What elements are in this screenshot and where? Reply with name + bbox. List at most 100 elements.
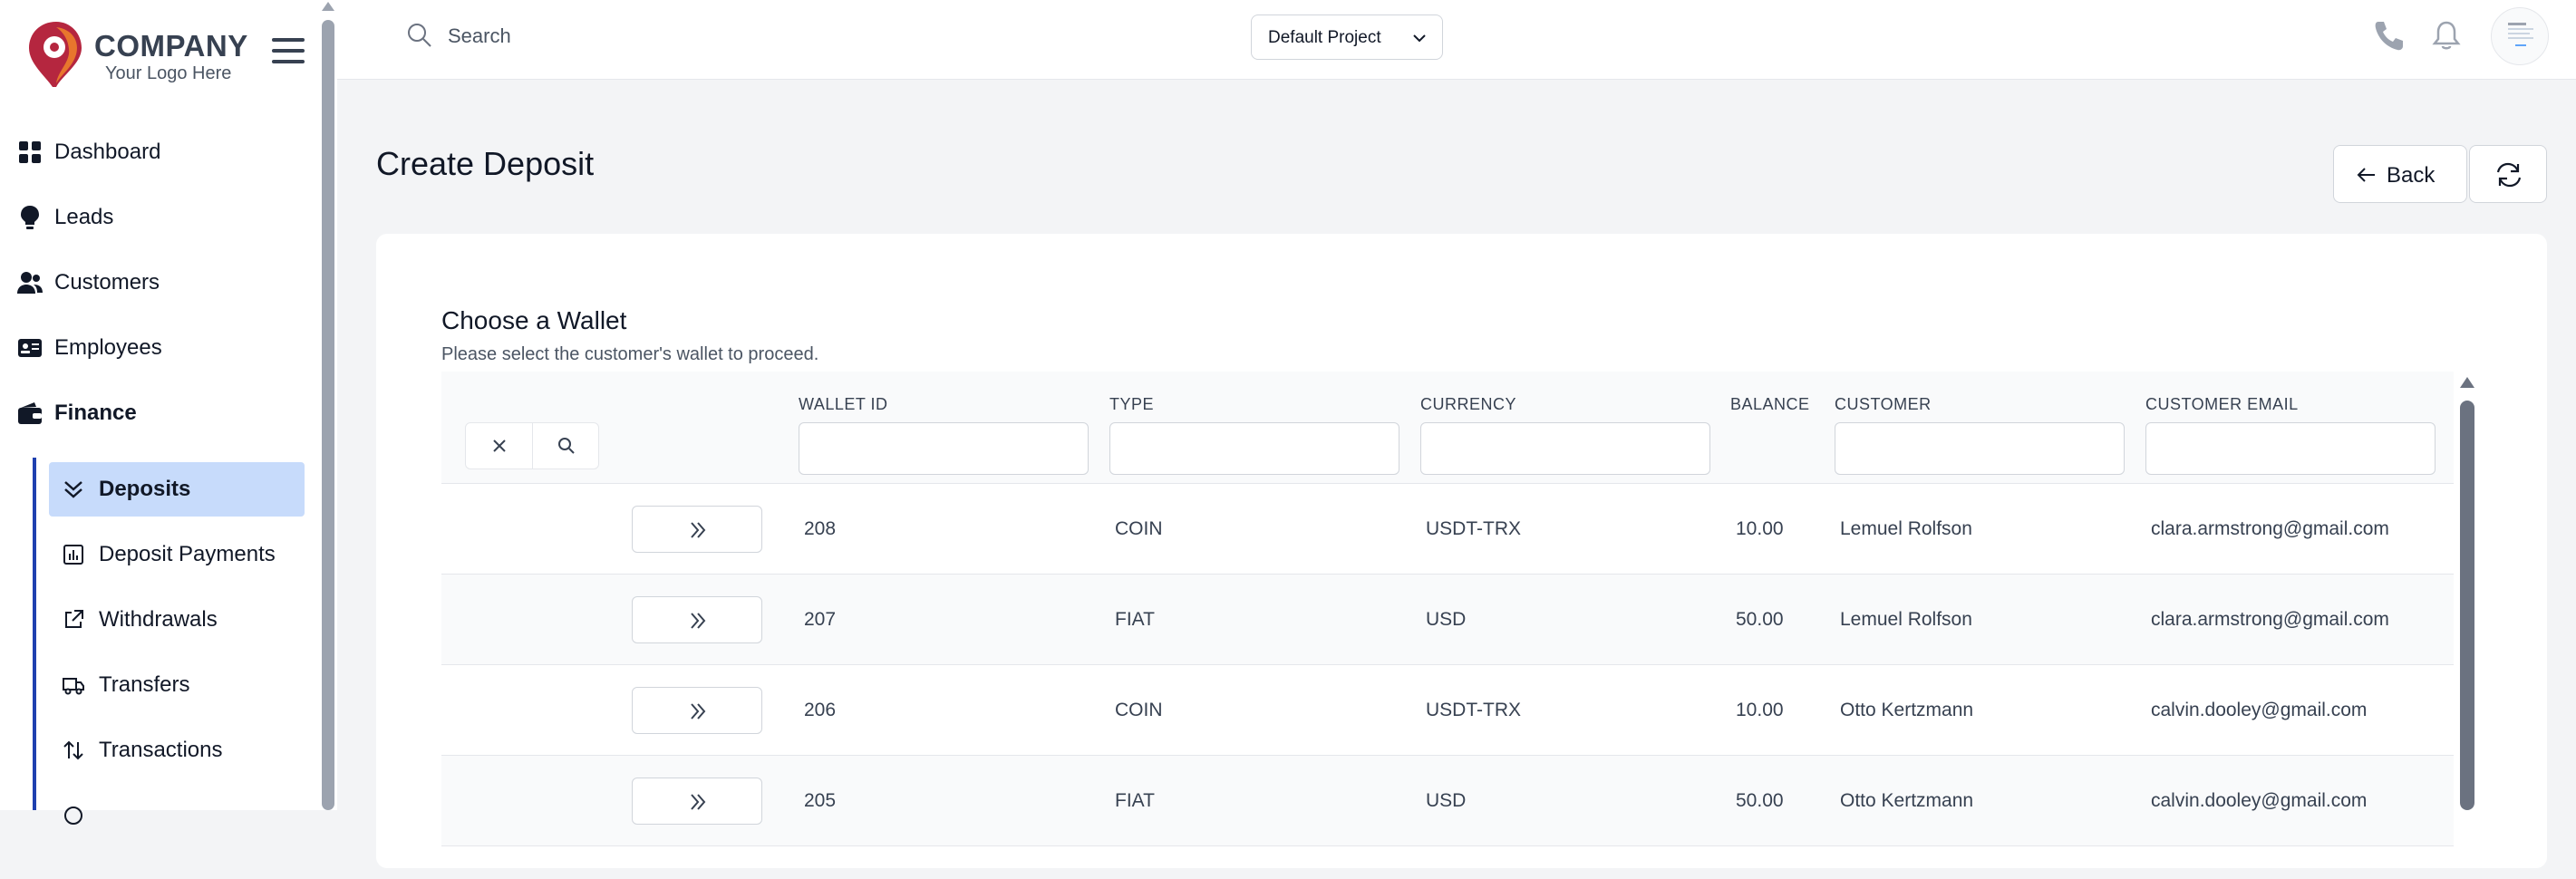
- hamburger-line: [272, 49, 305, 53]
- wallet-card: Choose a Wallet Please select the custom…: [376, 234, 2547, 868]
- sidebar: COMPANY Your Logo Here Dashboard Leads C…: [0, 0, 319, 825]
- sidebar-item-label: Finance: [54, 401, 137, 425]
- close-icon: [493, 440, 506, 452]
- sidebar-item-employees[interactable]: Employees: [0, 321, 319, 375]
- cell-currency: USDT-TRX: [1426, 700, 1521, 720]
- company-tagline: Your Logo Here: [105, 63, 232, 83]
- hamburger-line: [272, 60, 305, 63]
- users-icon: [17, 272, 43, 294]
- cell-type: FIAT: [1115, 609, 1155, 630]
- filter-type-input[interactable]: [1109, 422, 1399, 475]
- filter-wallet-id-input[interactable]: [799, 422, 1089, 475]
- double-chevron-down-icon: [64, 481, 82, 498]
- wallet-icon: [18, 402, 42, 424]
- select-wallet-button[interactable]: [632, 687, 762, 734]
- wallets-table: WALLET ID TYPE CURRENCY BALANCE CUSTOMER…: [441, 372, 2454, 879]
- cell-customer: Otto Kertzmann: [1840, 790, 1974, 811]
- sidebar-item-finance[interactable]: Finance: [0, 386, 319, 440]
- arrows-up-down-icon: [63, 740, 83, 760]
- sidebar-item-label: Leads: [54, 205, 114, 229]
- sidebar-item-deposits[interactable]: Deposits: [49, 462, 305, 517]
- table-row[interactable]: 205 FIAT USD 50.00 Otto Kertzmann calvin…: [441, 756, 2454, 846]
- sidebar-item-deposit-payments[interactable]: Deposit Payments: [49, 527, 305, 582]
- chevron-down-icon: [1413, 34, 1426, 43]
- company-logo[interactable]: COMPANY Your Logo Here: [25, 20, 252, 94]
- project-select[interactable]: Default Project: [1251, 14, 1443, 60]
- cell-type: COIN: [1115, 700, 1163, 720]
- sidebar-item-label: Customers: [54, 270, 160, 295]
- cell-currency: USD: [1426, 609, 1467, 630]
- sidebar-item-leads[interactable]: Leads: [0, 190, 319, 245]
- cell-customer-email: calvin.dooley@gmail.com: [2151, 700, 2368, 720]
- select-wallet-button[interactable]: [632, 506, 762, 553]
- sidebar-item-transactions[interactable]: Transactions: [49, 723, 305, 778]
- filter-customer-input[interactable]: [1835, 422, 2125, 475]
- table-scrollbar[interactable]: [2458, 373, 2476, 810]
- cell-balance: 50.00: [1736, 609, 1784, 630]
- sidebar-item-label: Transactions: [99, 738, 223, 762]
- cell-type: FIAT: [1115, 790, 1155, 811]
- back-button[interactable]: Back: [2333, 145, 2467, 203]
- scroll-up-arrow-icon[interactable]: [2460, 377, 2474, 388]
- table-row[interactable]: 206 COIN USDT-TRX 10.00 Otto Kertzmann c…: [441, 665, 2454, 756]
- card-title: Choose a Wallet: [441, 306, 627, 334]
- avatar-image: [2508, 23, 2533, 46]
- sidebar-item-label: Deposit Payments: [99, 542, 276, 566]
- search-icon: [408, 24, 431, 47]
- double-chevron-right-icon: [691, 522, 706, 538]
- sidebar-item-label: Withdrawals: [99, 607, 218, 632]
- arrow-left-icon: [2357, 168, 2375, 182]
- sidebar-item-label: Dashboard: [54, 140, 161, 164]
- user-avatar[interactable]: [2491, 7, 2549, 65]
- page-title: Create Deposit: [376, 145, 595, 182]
- refresh-button[interactable]: [2469, 145, 2547, 203]
- cell-wallet-id: 208: [804, 518, 837, 539]
- cell-type: COIN: [1115, 518, 1163, 539]
- scrollbar-thumb[interactable]: [2460, 401, 2474, 810]
- cell-wallet-id: 207: [804, 609, 837, 630]
- sidebar-item-label: Transfers: [99, 672, 190, 697]
- clear-filter-button[interactable]: [466, 423, 533, 468]
- column-header-type: TYPE: [1109, 395, 1155, 413]
- search-input[interactable]: [446, 18, 990, 54]
- apply-filter-button[interactable]: [533, 423, 600, 468]
- logo-pin-icon: [29, 22, 82, 87]
- clock-icon: [64, 807, 82, 825]
- external-link-icon: [65, 610, 83, 628]
- lightbulb-icon: [21, 206, 39, 229]
- select-wallet-button[interactable]: [632, 778, 762, 825]
- phone-icon[interactable]: [2371, 18, 2406, 54]
- scroll-up-arrow-icon[interactable]: [322, 2, 334, 11]
- filter-currency-input[interactable]: [1420, 422, 1710, 475]
- column-header-currency: CURRENCY: [1420, 395, 1517, 413]
- sidebar-scrollbar[interactable]: [319, 0, 337, 810]
- refresh-icon: [2496, 162, 2522, 188]
- double-chevron-right-icon: [691, 703, 706, 720]
- scrollbar-thumb[interactable]: [322, 20, 334, 810]
- select-wallet-button[interactable]: [632, 596, 762, 643]
- cell-wallet-id: 205: [804, 790, 837, 811]
- bell-icon[interactable]: [2429, 18, 2464, 54]
- sidebar-item-transfers[interactable]: Transfers: [49, 658, 305, 712]
- sidebar-item-withdrawals[interactable]: Withdrawals: [49, 593, 305, 647]
- truck-icon: [63, 678, 84, 695]
- sidebar-item-more[interactable]: [49, 788, 305, 843]
- project-select-value: Default Project: [1268, 28, 1381, 47]
- table-row[interactable]: 207 FIAT USD 50.00 Lemuel Rolfson clara.…: [441, 575, 2454, 665]
- cell-balance: 10.00: [1736, 700, 1784, 720]
- sidebar-item-label: Employees: [54, 335, 162, 360]
- filter-customer-email-input[interactable]: [2145, 422, 2436, 475]
- column-header-customer: CUSTOMER: [1835, 395, 1932, 413]
- cell-currency: USDT-TRX: [1426, 518, 1521, 539]
- cell-customer-email: calvin.dooley@gmail.com: [2151, 790, 2368, 811]
- top-header: Default Project: [337, 0, 2576, 80]
- menu-toggle-button[interactable]: [272, 38, 305, 63]
- table-row[interactable]: 208 COIN USDT-TRX 10.00 Lemuel Rolfson c…: [441, 484, 2454, 575]
- column-header-customer-email: CUSTOMER EMAIL: [2145, 395, 2299, 413]
- company-name: COMPANY: [94, 29, 248, 63]
- sidebar-item-customers[interactable]: Customers: [0, 256, 319, 310]
- cell-balance: 50.00: [1736, 790, 1784, 811]
- sidebar-item-dashboard[interactable]: Dashboard: [0, 125, 319, 179]
- submenu-guide-line: [33, 458, 36, 810]
- cell-currency: USD: [1426, 790, 1467, 811]
